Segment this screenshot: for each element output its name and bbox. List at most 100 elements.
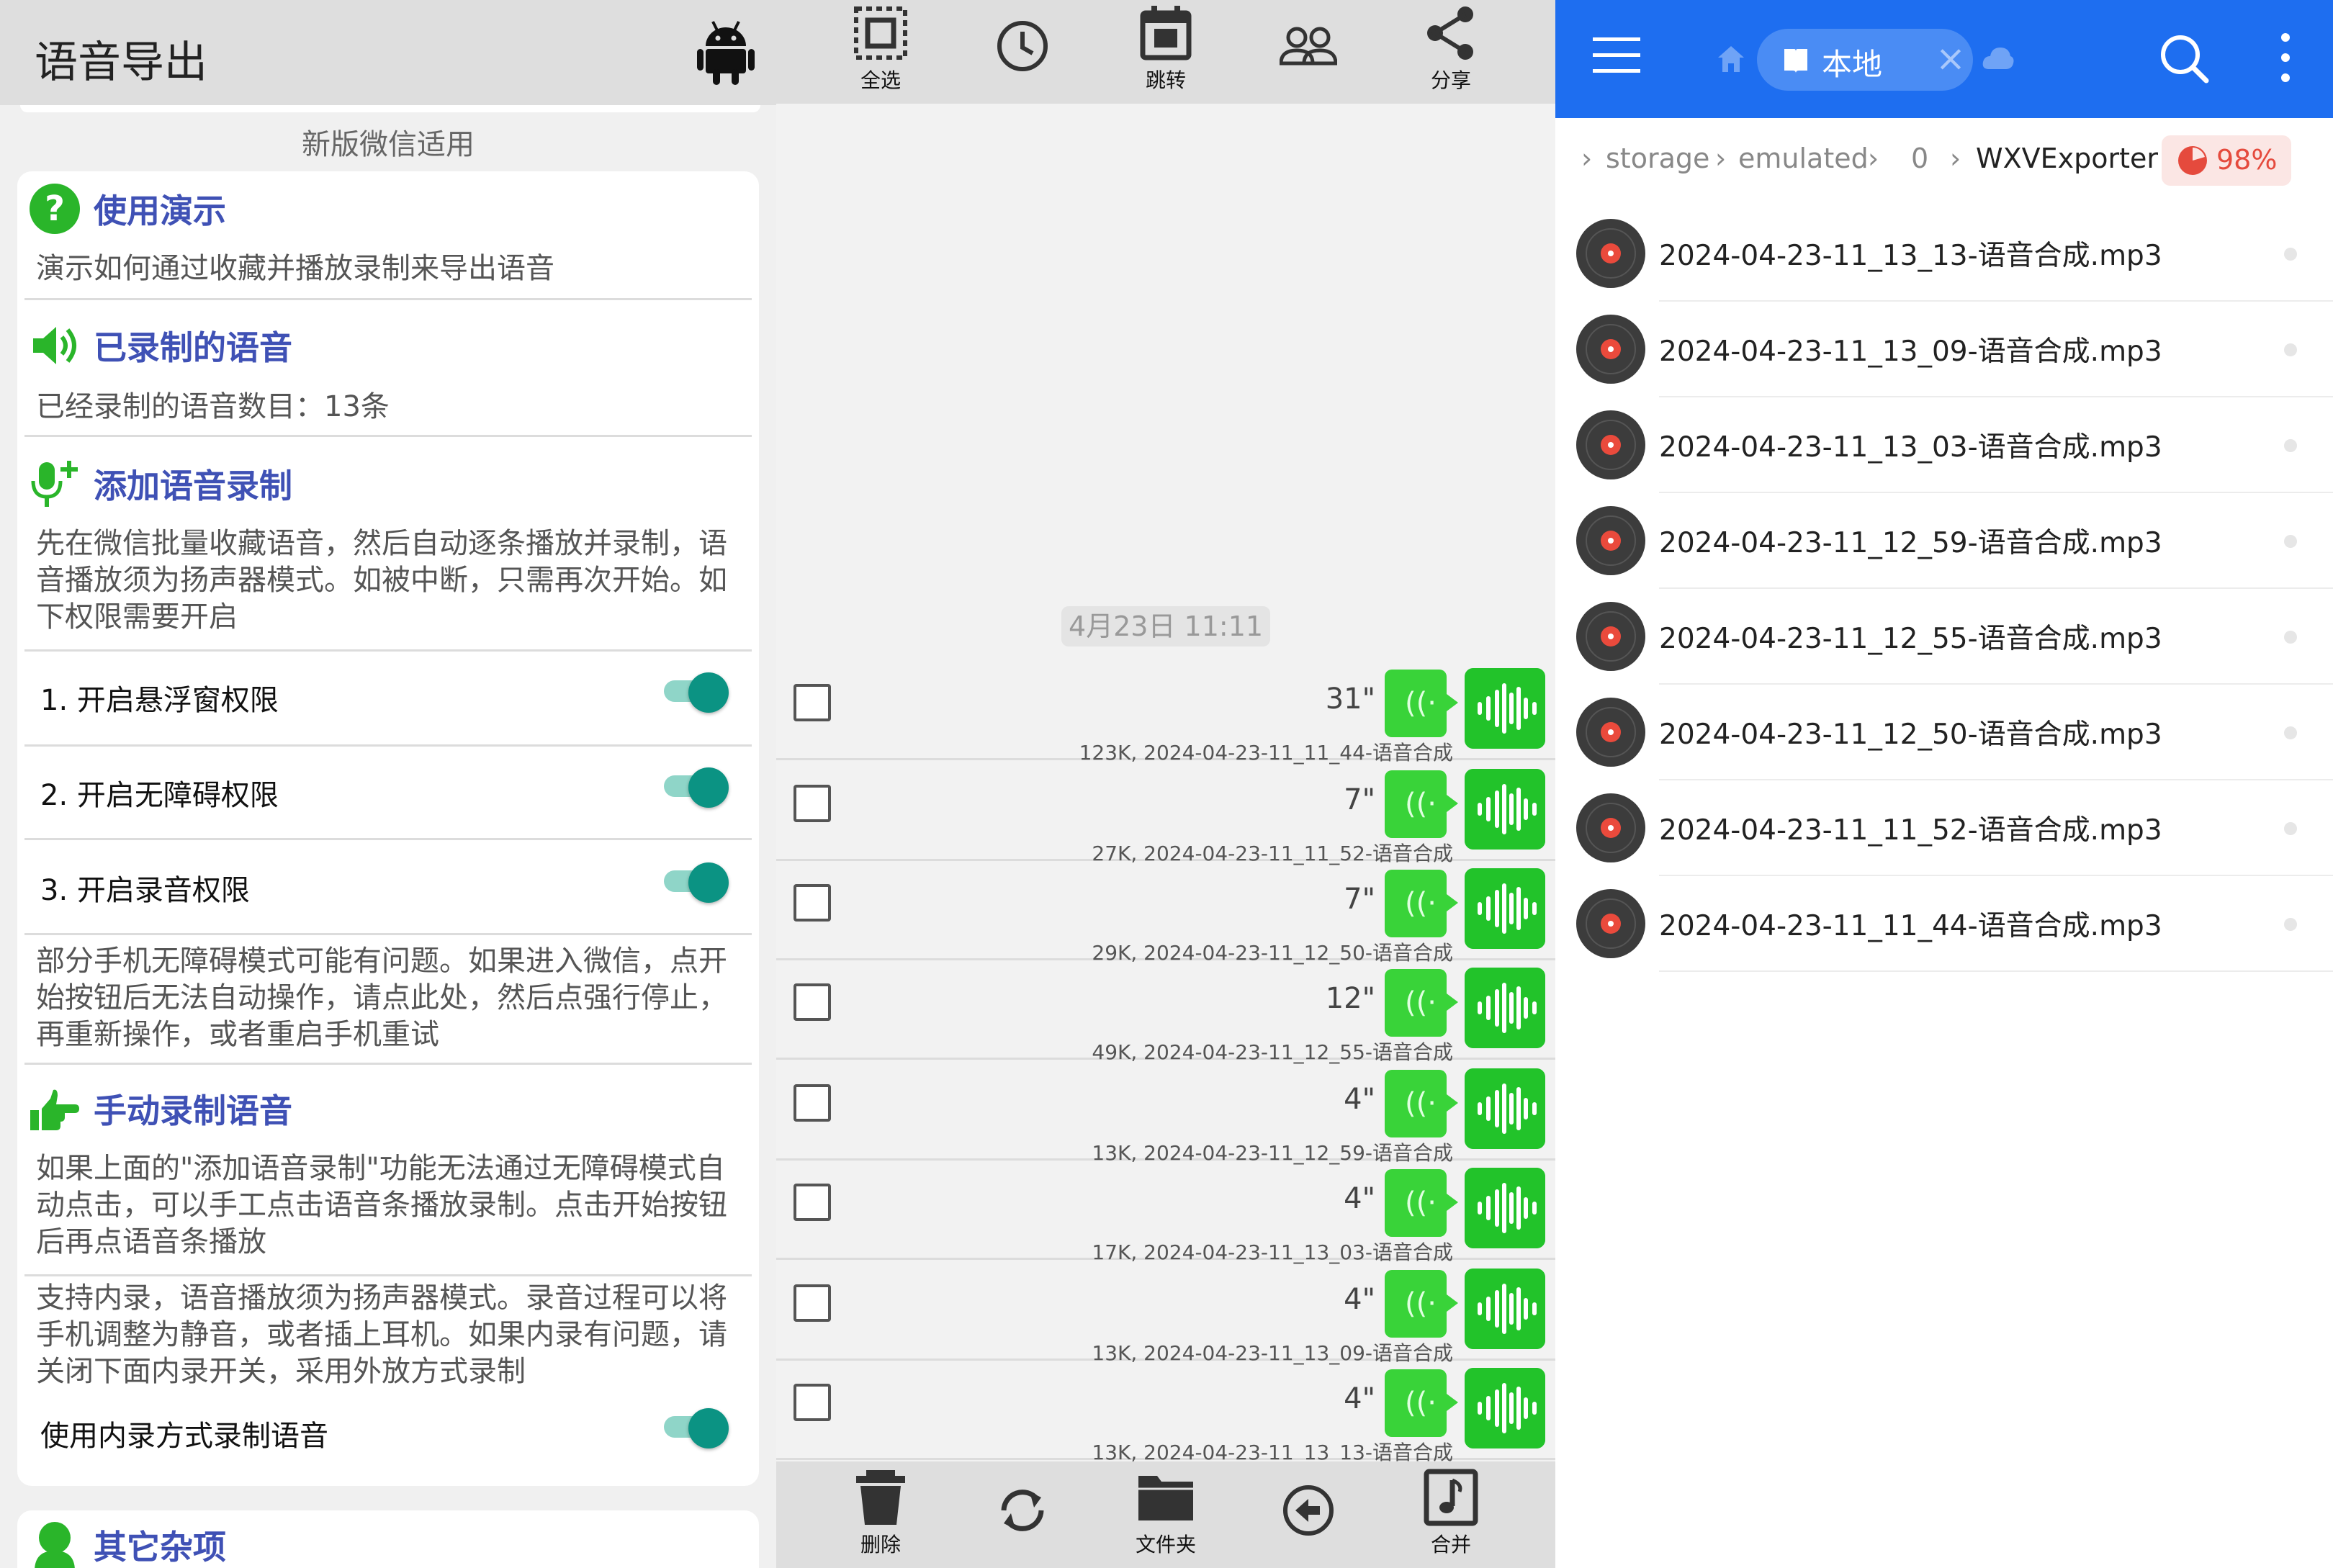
history-button[interactable] (976, 4, 1069, 98)
other-section-header[interactable]: 其它杂项 (29, 1519, 226, 1568)
select-checkbox[interactable] (794, 1084, 831, 1122)
divider (1659, 970, 2333, 972)
voice-bubble[interactable]: ((· (1385, 770, 1458, 838)
home-icon[interactable] (1717, 45, 1745, 73)
text-line: 手机调整为静音，或者插上耳机。如果内录有问题，请 (36, 1318, 727, 1351)
select-checkbox[interactable] (794, 884, 831, 922)
file-row[interactable]: 2024-04-23-11_12_50-语音合成.mp3 (1555, 685, 2333, 780)
demo-desc[interactable]: 演示如何通过收藏并播放录制来导出语音 (36, 251, 746, 287)
select-checkbox[interactable] (794, 684, 831, 721)
file-row[interactable]: 2024-04-23-11_12_59-语音合成.mp3 (1555, 493, 2333, 589)
group-button[interactable] (1262, 4, 1355, 98)
refresh-button[interactable] (976, 1469, 1069, 1562)
recorded-count[interactable]: 已经录制的语音数目：13条 (36, 389, 746, 425)
audio-wave-icon[interactable] (1465, 968, 1545, 1048)
file-select-dot[interactable] (2284, 439, 2297, 452)
select-all-button[interactable]: 全选 (834, 4, 927, 98)
delete-label: 删除 (860, 1533, 901, 1556)
voice-duration: 12" (1325, 982, 1375, 1015)
file-row[interactable]: 2024-04-23-11_11_52-语音合成.mp3 (1555, 780, 2333, 876)
text-line: 支持内录，语音播放须为扬声器模式。录音过程可以将 (36, 1281, 727, 1315)
perm-record-toggle[interactable] (660, 862, 729, 903)
file-row[interactable]: 2024-04-23-11_11_44-语音合成.mp3 (1555, 876, 2333, 972)
perm-overlay-toggle[interactable] (660, 672, 729, 713)
voice-item: 7" ((· 27K, 2024-04-23-11_11_52-语音合成 (776, 762, 1555, 865)
voice-bubble[interactable]: ((· (1385, 1369, 1458, 1437)
file-manager-header: 本地 × (1555, 0, 2333, 118)
file-row[interactable]: 2024-04-23-11_13_13-语音合成.mp3 (1555, 206, 2333, 302)
audio-wave-icon[interactable] (1465, 1068, 1545, 1149)
file-select-dot[interactable] (2284, 343, 2297, 356)
select-checkbox[interactable] (794, 785, 831, 822)
tab-local[interactable]: 本地 × (1757, 29, 1973, 91)
app-title: 语音导出 (35, 37, 207, 88)
date-separator: 4月23日 11:11 (1061, 606, 1270, 646)
add-recording-header[interactable]: 添加语音录制 (29, 458, 292, 510)
share-button[interactable]: 分享 (1404, 4, 1498, 98)
more-options-icon[interactable] (2278, 33, 2293, 88)
merge-label: 合并 (1430, 1533, 1471, 1556)
book-icon (1784, 49, 1807, 73)
voice-bubble[interactable]: ((· (1385, 1169, 1458, 1237)
voice-bubble[interactable]: ((· (1385, 870, 1458, 937)
file-select-dot[interactable] (2284, 535, 2297, 548)
accessibility-warning[interactable]: 部分手机无障碍模式可能有问题。如果进入微信，点开 始按钮后无法自动操作，请点此处… (36, 943, 746, 1053)
breadcrumb-current[interactable]: WXVExporter (1976, 143, 2158, 174)
audio-wave-icon[interactable] (1465, 1269, 1545, 1349)
back-button[interactable] (1262, 1469, 1355, 1562)
file-row[interactable]: 2024-04-23-11_13_09-语音合成.mp3 (1555, 302, 2333, 397)
search-icon[interactable] (2159, 33, 2209, 84)
jump-button[interactable]: 跳转 (1119, 4, 1213, 98)
android-icon[interactable] (697, 19, 755, 85)
file-select-dot[interactable] (2284, 918, 2297, 931)
perm-accessibility-toggle[interactable] (660, 767, 729, 808)
cloud-icon[interactable] (1982, 45, 2015, 71)
text-line: 关闭下面内录开关，采用外放方式录制 (36, 1355, 526, 1388)
audio-wave-icon[interactable] (1465, 769, 1545, 850)
breadcrumb-0[interactable]: 0 (1911, 143, 1928, 174)
divider (24, 933, 752, 935)
audio-wave-icon[interactable] (1465, 868, 1545, 949)
manual-section-header[interactable]: 手动录制语音 (29, 1083, 292, 1135)
breadcrumb-storage[interactable]: storage (1606, 143, 1709, 174)
voice-bubble[interactable]: ((· (1385, 1070, 1458, 1137)
recorded-title: 已录制的语音 (94, 328, 292, 367)
merge-button[interactable]: 合并 (1404, 1469, 1498, 1562)
voice-bubble[interactable]: ((· (1385, 670, 1458, 737)
voice-wave-icon: ((· (1405, 1087, 1437, 1120)
select-checkbox[interactable] (794, 1184, 831, 1221)
divider (24, 298, 752, 300)
voice-bubble[interactable]: ((· (1385, 969, 1458, 1037)
select-checkbox[interactable] (794, 1284, 831, 1322)
file-select-dot[interactable] (2284, 822, 2297, 835)
internal-record-toggle[interactable] (660, 1408, 729, 1448)
audio-wave-icon[interactable] (1465, 668, 1545, 749)
menu-icon[interactable] (1593, 37, 1640, 75)
file-name: 2024-04-23-11_13_03-语音合成.mp3 (1659, 431, 2162, 464)
storage-usage-badge[interactable]: 98% (2162, 135, 2291, 186)
voice-bubble[interactable]: ((· (1385, 1270, 1458, 1338)
file-name: 2024-04-23-11_12_59-语音合成.mp3 (1659, 527, 2162, 559)
music-disc-icon (1576, 889, 1645, 958)
storage-percent: 98% (2216, 144, 2278, 176)
select-checkbox[interactable] (794, 983, 831, 1021)
recorded-section-header[interactable]: 已录制的语音 (29, 320, 292, 371)
audio-wave-icon[interactable] (1465, 1168, 1545, 1248)
file-select-dot[interactable] (2284, 248, 2297, 261)
voice-item: 31" ((· 123K, 2024-04-23-11_11_44-语音合成 (776, 661, 1555, 765)
file-row[interactable]: 2024-04-23-11_13_03-语音合成.mp3 (1555, 397, 2333, 493)
file-row[interactable]: 2024-04-23-11_12_55-语音合成.mp3 (1555, 589, 2333, 685)
folder-button[interactable]: 文件夹 (1119, 1469, 1213, 1562)
select-checkbox[interactable] (794, 1384, 831, 1421)
audio-wave-icon[interactable] (1465, 1368, 1545, 1448)
jump-label: 跳转 (1145, 68, 1186, 92)
demo-section-header[interactable]: ? 使用演示 (29, 183, 226, 235)
breadcrumb-emulated[interactable]: emulated (1738, 143, 1869, 174)
file-select-dot[interactable] (2284, 631, 2297, 644)
file-select-dot[interactable] (2284, 726, 2297, 739)
music-disc-icon (1576, 410, 1645, 479)
delete-button[interactable]: 删除 (834, 1469, 927, 1562)
demo-title: 使用演示 (94, 192, 226, 230)
close-tab-icon[interactable]: × (1936, 37, 1966, 79)
file-name: 2024-04-23-11_13_13-语音合成.mp3 (1659, 240, 2162, 272)
